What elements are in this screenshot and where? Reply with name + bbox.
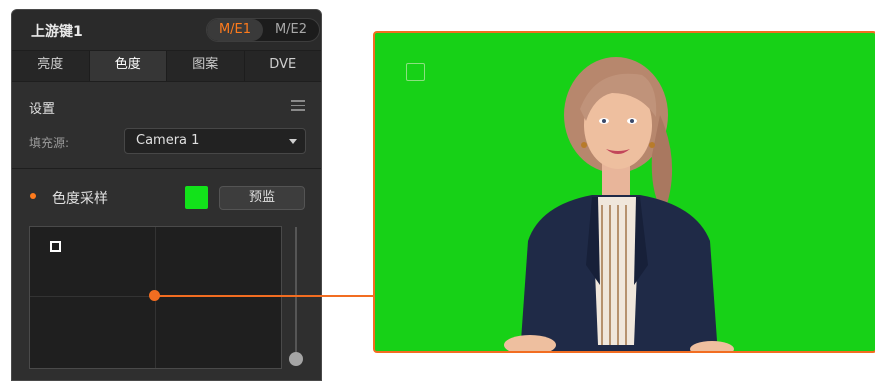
chroma-sample-swatch[interactable] bbox=[185, 186, 208, 209]
sample-position-box bbox=[406, 63, 425, 81]
callout-connector-dot bbox=[149, 290, 160, 301]
chevron-down-icon bbox=[289, 139, 297, 144]
sample-size-slider-track[interactable] bbox=[295, 227, 297, 354]
tab-chroma[interactable]: 色度 bbox=[89, 51, 167, 81]
chroma-sample-label: 色度采样 bbox=[52, 191, 108, 207]
tab-luma[interactable]: 亮度 bbox=[12, 51, 90, 81]
me2-button[interactable]: M/E2 bbox=[263, 19, 319, 41]
presenter-image bbox=[504, 57, 734, 351]
fill-source-select[interactable]: Camera 1 bbox=[124, 128, 306, 154]
me-toggle: M/E1 M/E2 bbox=[206, 18, 320, 42]
fill-source-value: Camera 1 bbox=[136, 133, 200, 148]
panel-header: 上游键1 M/E1 M/E2 bbox=[12, 10, 321, 50]
upstream-key-panel: 上游键1 M/E1 M/E2 亮度 色度 图案 DVE 设置 填充源: Came… bbox=[11, 9, 322, 381]
active-indicator-dot bbox=[30, 193, 36, 199]
settings-heading: 设置 bbox=[29, 102, 56, 117]
sample-size-slider-handle[interactable] bbox=[289, 352, 303, 366]
tab-pattern[interactable]: 图案 bbox=[167, 51, 245, 81]
tab-dve[interactable]: DVE bbox=[245, 51, 322, 81]
divider bbox=[12, 168, 321, 169]
green-screen-preview bbox=[373, 31, 875, 353]
callout-connector-line bbox=[154, 295, 374, 297]
panel-title: 上游键1 bbox=[31, 24, 83, 40]
me1-button[interactable]: M/E1 bbox=[207, 19, 263, 41]
key-type-tabs: 亮度 色度 图案 DVE bbox=[12, 50, 321, 82]
preview-button[interactable]: 预监 bbox=[219, 186, 305, 210]
fill-source-label: 填充源: bbox=[29, 136, 70, 150]
hamburger-menu-icon[interactable] bbox=[291, 100, 305, 111]
sample-position-marker[interactable] bbox=[50, 241, 61, 252]
